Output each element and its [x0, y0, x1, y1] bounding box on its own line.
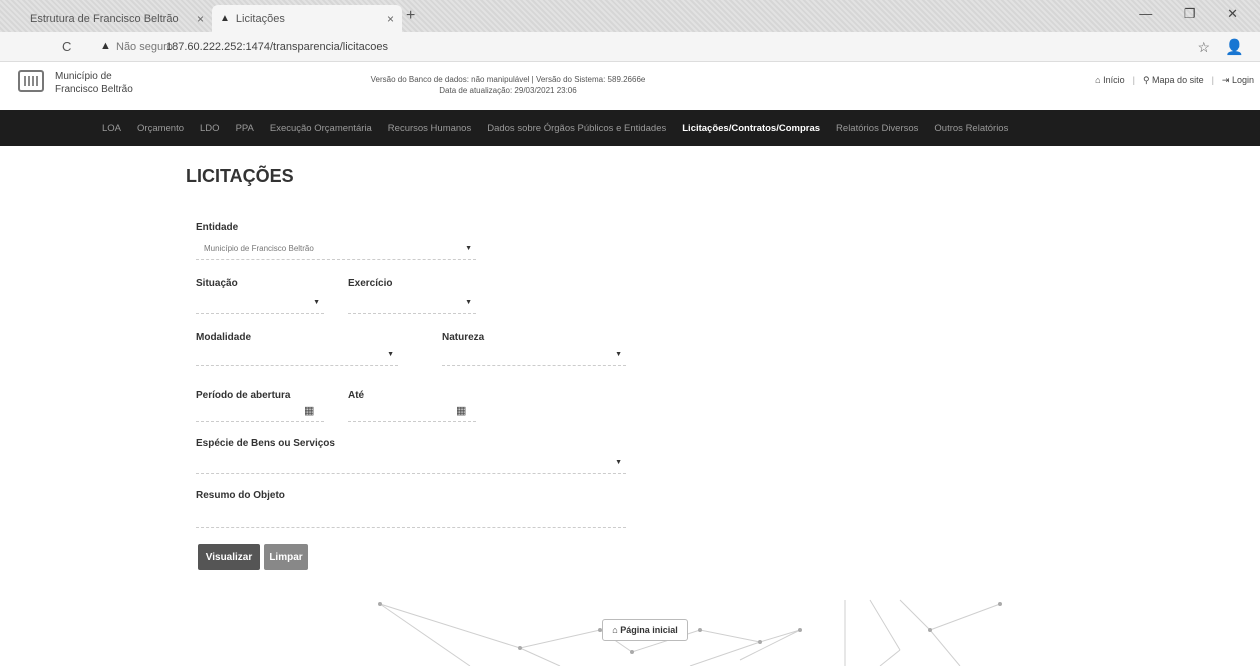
nav-item-licitacoes[interactable]: Licitações/Contratos/Compras	[682, 123, 820, 134]
chevron-down-icon: ▼	[313, 299, 320, 306]
natureza-label: Natureza	[442, 332, 485, 343]
exercicio-select[interactable]: ▼	[348, 292, 476, 314]
chevron-down-icon: ▼	[615, 351, 622, 358]
db-version: Versão do Banco de dados: não manipuláve…	[370, 75, 646, 84]
login-link[interactable]: ⇥ Login	[1222, 75, 1254, 86]
org-line-2: Francisco Beltrão	[55, 84, 133, 95]
bookmark-star-icon[interactable]: ☆	[1197, 39, 1210, 56]
situacao-label: Situação	[196, 278, 238, 289]
nav-item-ppa[interactable]: PPA	[236, 123, 254, 134]
home-link-label: Início	[1103, 75, 1125, 85]
address-bar: C ▲ Não seguro 187.60.222.252:1474/trans…	[0, 32, 1260, 62]
main-nav: LOA Orçamento LDO PPA Execução Orçamentá…	[0, 110, 1260, 146]
entidade-value: Município de Francisco Beltrão	[204, 244, 314, 253]
security-status[interactable]: Não seguro	[116, 41, 173, 53]
especie-select[interactable]: ▼	[196, 452, 626, 474]
chevron-down-icon: ▼	[615, 459, 622, 466]
chevron-down-icon: ▼	[465, 245, 472, 252]
visualizar-button[interactable]: Visualizar	[198, 544, 260, 570]
top-links: ⌂ Início | ⚲ Mapa do site | ⇥ Login	[1095, 75, 1254, 86]
warning-icon: ▲	[100, 40, 111, 52]
exercicio-label: Exercício	[348, 278, 393, 289]
resumo-input[interactable]	[196, 506, 626, 528]
db-update-date: Data de atualização: 29/03/2021 23:06	[439, 86, 577, 95]
divider: |	[1132, 75, 1135, 85]
calendar-icon[interactable]: ▦	[304, 404, 314, 417]
situacao-select[interactable]: ▼	[196, 292, 324, 314]
organization-name: Município de Francisco Beltrão	[55, 70, 133, 96]
chevron-down-icon: ▼	[465, 299, 472, 306]
new-tab-button[interactable]: +	[406, 7, 415, 25]
warning-icon: ▲	[220, 13, 230, 24]
browser-tab-2-title: Licitações	[235, 12, 285, 25]
main-page-label: Página inicial	[620, 625, 678, 635]
calendar-icon[interactable]: ▦	[456, 404, 466, 417]
nav-item-loa[interactable]: LOA	[102, 123, 121, 134]
database-info: Versão do Banco de dados: não manipuláve…	[358, 74, 658, 96]
window-controls[interactable]: — ❐ ✕	[1139, 6, 1252, 22]
nav-item-execucao[interactable]: Execução Orçamentária	[270, 123, 372, 134]
browser-tabstrip: Estrutura de Francisco Beltrão × ▲ Licit…	[0, 0, 1260, 32]
browser-tab-1[interactable]: Estrutura de Francisco Beltrão ×	[22, 5, 212, 32]
municipality-logo[interactable]	[18, 70, 44, 92]
modalidade-label: Modalidade	[196, 332, 252, 343]
especie-label: Espécie de Bens ou Serviços	[196, 438, 335, 449]
natureza-select[interactable]: ▼	[442, 344, 626, 366]
home-icon: ⌂	[612, 625, 621, 635]
browser-tab-2[interactable]: ▲ Licitações ×	[212, 5, 402, 32]
modalidade-select[interactable]: ▼	[196, 344, 398, 366]
nav-item-orcamento[interactable]: Orçamento	[137, 123, 184, 134]
url-input[interactable]: 187.60.222.252:1474/transparencia/licita…	[166, 41, 388, 53]
nav-item-ldo[interactable]: LDO	[200, 123, 220, 134]
browser-tab-1-title: Estrutura de Francisco Beltrão	[30, 12, 179, 25]
chevron-down-icon: ▼	[387, 351, 394, 358]
entidade-select[interactable]: Município de Francisco Beltrão ▼	[196, 238, 476, 260]
nav-item-outros-relatorios[interactable]: Outros Relatórios	[934, 123, 1008, 134]
profile-icon[interactable]: 👤	[1225, 38, 1244, 56]
limpar-button[interactable]: Limpar	[264, 544, 308, 570]
home-link[interactable]: ⌂ Início	[1095, 75, 1124, 86]
nav-item-dados-orgaos[interactable]: Dados sobre Órgãos Públicos e Entidades	[487, 123, 666, 134]
resumo-label: Resumo do Objeto	[196, 490, 285, 501]
site-header: Município de Francisco Beltrão Versão do…	[0, 62, 1260, 110]
nav-item-relatorios-diversos[interactable]: Relatórios Diversos	[836, 123, 918, 134]
page-title: LICITAÇÕES	[186, 166, 294, 186]
sitemap-link[interactable]: ⚲ Mapa do site	[1143, 75, 1204, 86]
main-page-link[interactable]: ⌂ Página inicial	[602, 619, 688, 641]
org-line-1: Município de	[55, 71, 112, 82]
entidade-label: Entidade	[196, 222, 239, 233]
reload-icon[interactable]: C	[62, 39, 71, 54]
close-tab-2-icon[interactable]: ×	[387, 12, 394, 26]
login-link-label: Login	[1231, 75, 1254, 85]
close-tab-1-icon[interactable]: ×	[197, 12, 204, 26]
sitemap-link-label: Mapa do site	[1152, 75, 1204, 85]
nav-item-recursos-humanos[interactable]: Recursos Humanos	[388, 123, 471, 134]
divider: |	[1211, 75, 1214, 85]
